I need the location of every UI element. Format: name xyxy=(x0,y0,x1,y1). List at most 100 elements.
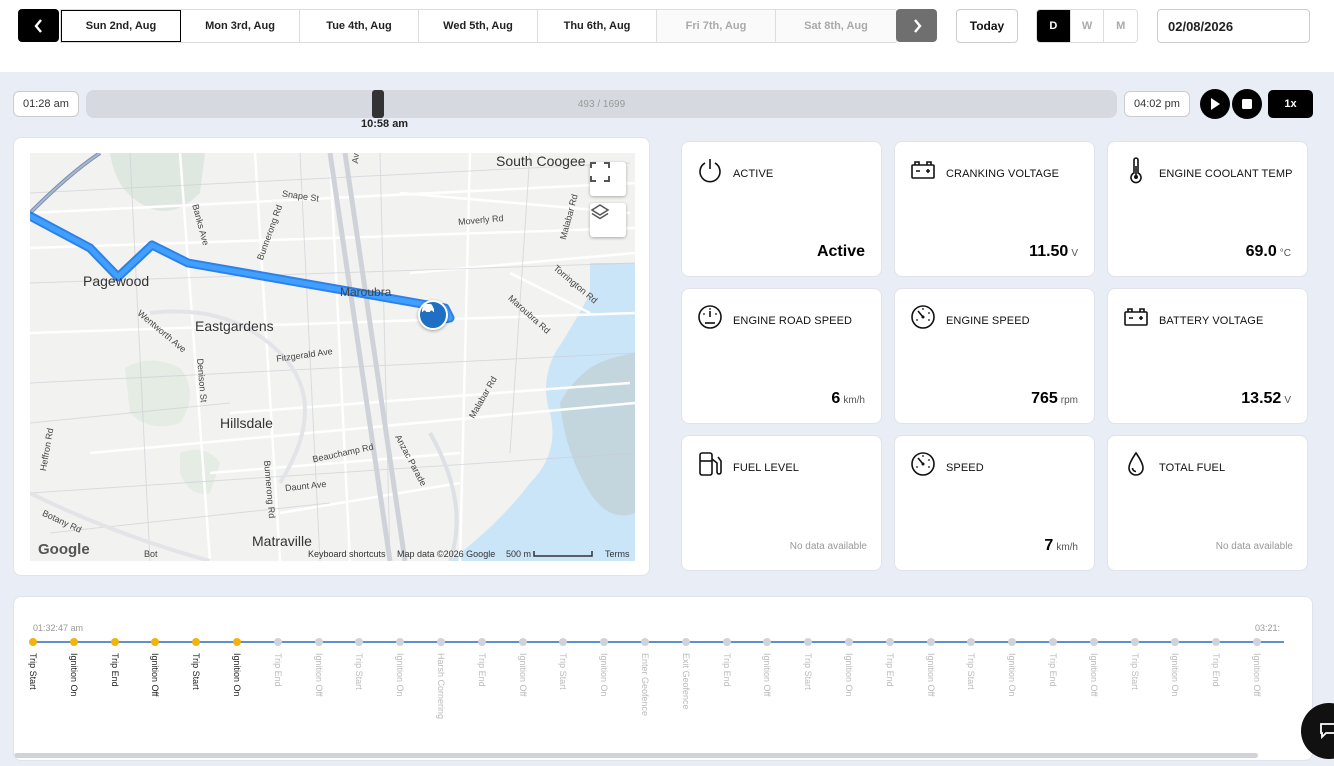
keyboard-shortcuts-link[interactable]: Keyboard shortcuts xyxy=(308,549,386,559)
day-tab[interactable]: Sun 2nd, Aug xyxy=(61,10,181,42)
metric-card: BATTERY VOLTAGE 13.52 V xyxy=(1107,288,1308,424)
place-label: Eastgardens xyxy=(195,318,274,334)
chevron-left-icon xyxy=(33,18,42,33)
timeline-event-label: Trip End xyxy=(476,653,487,687)
fullscreen-button[interactable] xyxy=(590,162,626,196)
period-option-m[interactable]: M xyxy=(1104,10,1137,42)
battery-icon xyxy=(1123,303,1149,331)
end-time-pill: 04:02 pm xyxy=(1124,91,1190,117)
today-button[interactable]: Today xyxy=(956,9,1018,43)
period-option-d[interactable]: D xyxy=(1037,10,1071,42)
timeline-event-dot[interactable] xyxy=(926,638,935,646)
timeline-event-dot[interactable] xyxy=(641,638,649,646)
timeline-event-label: Ignition On xyxy=(68,653,79,697)
metric-title: ACTIVE xyxy=(733,168,774,180)
timeline-event-label: Ignition Off xyxy=(1088,653,1099,697)
metric-title: CRANKING VOLTAGE xyxy=(946,168,1060,180)
no-data-label: No data available xyxy=(1215,541,1293,552)
metric-value: Active xyxy=(817,243,865,261)
timeline-event-dot[interactable] xyxy=(681,638,690,646)
timeline-event-dot[interactable] xyxy=(1008,638,1017,646)
day-tab[interactable]: Mon 3rd, Aug xyxy=(181,10,300,42)
date-navigation-bar: Sun 2nd, Aug Mon 3rd, Aug Tue 4th, Aug Wed … xyxy=(0,0,1334,72)
timeline-event-dot[interactable] xyxy=(722,638,731,646)
timeline-event-label: Trip Start xyxy=(966,653,977,690)
metric-value: 6 km/h xyxy=(831,390,865,408)
timeline-event-dot[interactable] xyxy=(1049,638,1057,646)
metric-card: ENGINE SPEED 765 rpm xyxy=(894,288,1095,424)
timeline-event-dot[interactable] xyxy=(1130,638,1139,646)
period-option-w[interactable]: W xyxy=(1071,10,1105,42)
timeline-event-dot[interactable] xyxy=(355,638,364,646)
metric-number: 765 xyxy=(1031,390,1058,407)
day-tab[interactable]: Wed 5th, Aug xyxy=(419,10,538,42)
timeline-event-dot[interactable] xyxy=(804,638,813,646)
timeline-scrollbar[interactable] xyxy=(14,753,1258,758)
day-tab[interactable]: Thu 6th, Aug xyxy=(538,10,657,42)
timeline-event-dot[interactable] xyxy=(151,638,160,646)
timeline-event-dot[interactable] xyxy=(437,638,445,646)
playback-slider[interactable]: 493 / 1699 xyxy=(86,90,1117,118)
metric-card: CRANKING VOLTAGE 11.50 V xyxy=(894,141,1095,277)
metric-title: BATTERY VOLTAGE xyxy=(1159,315,1264,327)
metric-title: TOTAL FUEL xyxy=(1159,462,1226,474)
fullscreen-icon xyxy=(590,162,610,182)
day-tabs: Sun 2nd, Aug Mon 3rd, Aug Tue 4th, Aug Wed … xyxy=(60,9,897,43)
layers-icon xyxy=(590,204,610,220)
stop-button[interactable] xyxy=(1232,89,1262,119)
timeline-event-dot[interactable] xyxy=(845,638,853,646)
day-tab[interactable]: Tue 4th, Aug xyxy=(300,10,419,42)
timeline-event-dot[interactable] xyxy=(885,638,894,646)
timeline-event-dot[interactable] xyxy=(1212,638,1221,646)
timeline-event-label: Trip Start xyxy=(28,653,38,690)
timeline-event-dot[interactable] xyxy=(396,638,405,646)
metric-title: ENGINE COOLANT TEMP xyxy=(1159,168,1293,180)
timeline-event-dot[interactable] xyxy=(1171,638,1180,646)
timeline-event-label: Trip Start xyxy=(1129,653,1140,690)
playback-slider-handle[interactable] xyxy=(372,90,384,118)
date-picker-input[interactable]: 02/08/2026 xyxy=(1157,9,1310,43)
previous-week-button[interactable] xyxy=(18,9,59,42)
timeline-event-dot[interactable] xyxy=(763,638,772,646)
timeline-event-dot[interactable] xyxy=(233,638,241,646)
metric-card: ENGINE ROAD SPEED 6 km/h xyxy=(681,288,882,424)
start-time-pill: 01:28 am xyxy=(13,91,79,117)
timeline-event-dot[interactable] xyxy=(518,638,527,646)
metric-value: 11.50 V xyxy=(1029,243,1078,261)
map-layers-button[interactable] xyxy=(590,203,626,237)
metric-number: Active xyxy=(816,243,865,260)
timeline-event-dot[interactable] xyxy=(559,638,568,646)
play-button[interactable] xyxy=(1200,89,1230,119)
metric-card: SPEED 7 km/h xyxy=(894,435,1095,571)
timeline-event-dot[interactable] xyxy=(69,638,78,646)
metric-unit: V xyxy=(1284,395,1291,406)
place-label: Hillsdale xyxy=(220,415,273,431)
stop-icon xyxy=(1242,99,1252,109)
timeline-event-dot[interactable] xyxy=(29,638,37,646)
timeline-event-dot[interactable] xyxy=(967,638,976,646)
timeline-event-dot[interactable] xyxy=(477,638,486,646)
timeline-event-dot[interactable] xyxy=(273,638,282,646)
vehicle-marker[interactable] xyxy=(418,300,448,330)
timeline-event-label: Trip End xyxy=(109,653,120,687)
timeline-event-dot[interactable] xyxy=(600,638,609,646)
battery-icon xyxy=(910,156,936,184)
day-tab: Fri 7th, Aug xyxy=(657,10,776,42)
route-map[interactable]: South Coogee Pagewood Eastgardens Hillsd… xyxy=(30,153,635,561)
place-label: South Coogee xyxy=(496,153,586,169)
playback-speed-button[interactable]: 1x xyxy=(1268,90,1313,118)
map-card: South Coogee Pagewood Eastgardens Hillsd… xyxy=(13,137,650,576)
timeline-event-dot[interactable] xyxy=(314,638,323,646)
timeline-event-dot[interactable] xyxy=(192,638,201,646)
play-icon xyxy=(1211,98,1220,110)
period-toggle: DWM xyxy=(1036,9,1138,43)
playback-position-label: 493 / 1699 xyxy=(577,98,626,110)
terms-link[interactable]: Terms xyxy=(605,549,630,559)
map-attribution: Map data ©2026 Google xyxy=(397,549,496,559)
timeline-event-dot[interactable] xyxy=(110,638,119,646)
timeline-event-dot[interactable] xyxy=(1089,638,1098,646)
day-tab: Sat 8th, Aug xyxy=(776,10,897,42)
chevron-right-icon xyxy=(913,18,922,33)
next-week-button[interactable] xyxy=(896,9,937,42)
timeline-event-dot[interactable] xyxy=(1253,638,1261,646)
